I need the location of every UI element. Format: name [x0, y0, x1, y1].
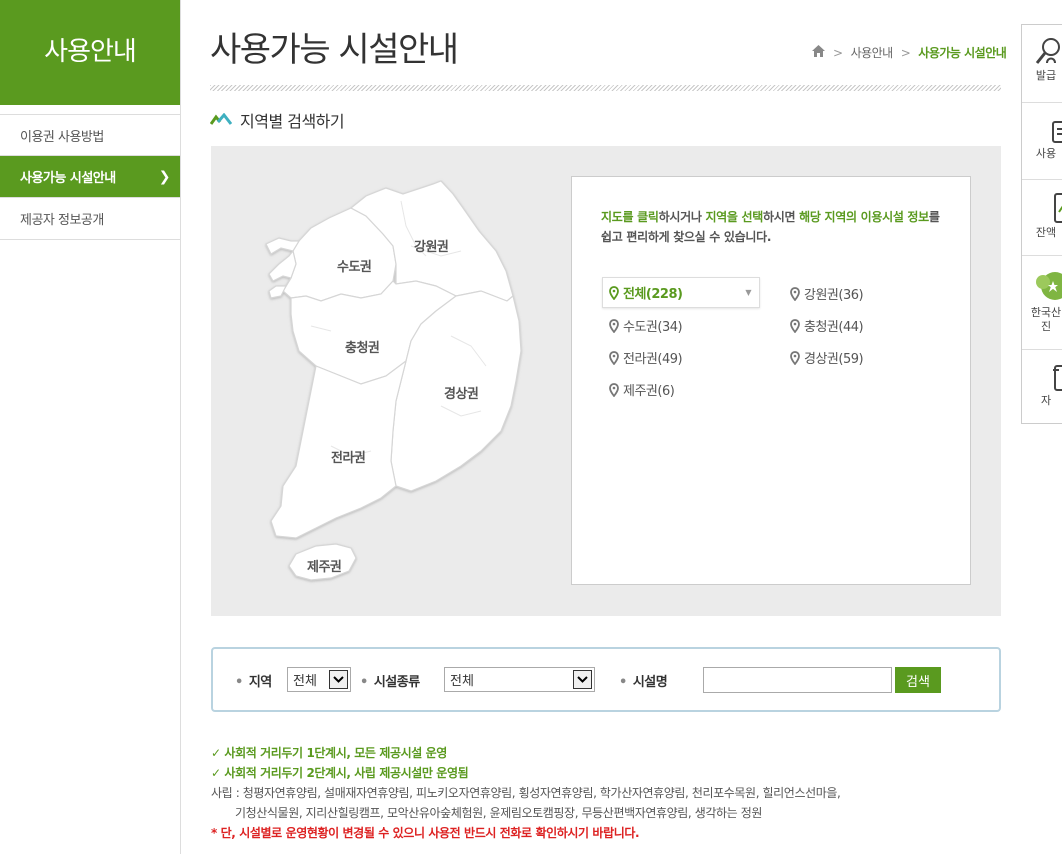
info-text-part: 해당 지역의 이용시설 정보: [799, 210, 929, 224]
quick-item-label: 발급: [1035, 69, 1057, 82]
filter-label-text: 시설명: [632, 675, 668, 690]
sidebar-item-label: 사용가능 시설안내: [20, 171, 116, 186]
info-text-part: 하시면: [763, 210, 800, 224]
quick-item-label: 사용: [1035, 147, 1057, 160]
map-pin-icon: [790, 350, 800, 365]
region-button-jeju[interactable]: 제주권(6): [609, 380, 675, 399]
sidebar-item-facilities[interactable]: 사용가능 시설안내 ❯: [0, 156, 180, 198]
map-label-gangwon[interactable]: 강원권: [414, 236, 449, 255]
map-panel: 수도권 강원권 충청권 경상권 전라권 제주권 지도를 클릭하시거나 지역을 선…: [211, 146, 1001, 616]
page-title: 사용가능 시설안내: [210, 30, 459, 70]
notice-private-list: 사립 : 청평자연휴양림, 설매재자연휴양림, 피노키오자연휴양림, 횡성자연휴…: [211, 786, 841, 800]
map-label-chungcheong[interactable]: 충청권: [345, 337, 380, 356]
region-button-gangwon[interactable]: 강원권(36): [790, 284, 864, 303]
map-label-jeju[interactable]: 제주권: [307, 556, 342, 575]
phone-icon: [1054, 193, 1062, 223]
name-filter-label: • 시설명: [619, 675, 668, 690]
sidebar-item-usage-guide[interactable]: 이용권 사용방법: [0, 114, 180, 156]
select-value: 전체: [450, 674, 474, 689]
breadcrumb: > 사용안내 > 사용가능 시설안내: [812, 44, 1007, 61]
notice-warning: * 단, 시설별로 운영현황이 변경될 수 있으니 사용전 반드시 전화로 확인…: [211, 826, 640, 840]
region-button-all[interactable]: 전체(228) ▼: [602, 277, 760, 308]
quick-item-label: 진: [1040, 320, 1052, 333]
breadcrumb-separator: >: [900, 45, 911, 60]
chevron-down-icon: [573, 670, 592, 689]
region-button-label: 전라권(49): [623, 352, 683, 367]
korea-map: [265, 180, 522, 581]
map-label-jeolla[interactable]: 전라권: [331, 447, 366, 466]
notice-stage2: ✓ 사회적 거리두기 2단계시, 사립 제공시설만 운영됨: [211, 766, 469, 780]
map-pin-icon: [790, 318, 800, 333]
quick-item-label: 자: [1040, 394, 1052, 407]
notice-stage1: ✓ 사회적 거리두기 1단계시, 모든 제공시설 운영: [211, 746, 447, 760]
quick-item-label: 잔액: [1035, 226, 1057, 239]
sidebar: 사용안내 이용권 사용방법 사용가능 시설안내 ❯ 제공자 정보공개: [0, 0, 181, 854]
title-divider: [210, 85, 1001, 91]
region-button-label: 전체(228): [623, 287, 683, 302]
region-button-label: 제주권(6): [623, 384, 675, 399]
map-pin-icon: [609, 382, 619, 397]
section-title: 지역별 검색하기: [210, 109, 345, 131]
region-button-label: 경상권(59): [804, 352, 864, 367]
notice-private-list-cont: 기청산식물원, 지리산힐링캠프, 모악산유아숲체험원, 윤제림오토캠핑장, 무등…: [235, 806, 763, 820]
quick-item-use[interactable]: 사용: [1022, 103, 1062, 180]
region-info-box: 지도를 클릭하시거나 지역을 선택하시면 해당 지역의 이용시설 정보를 쉽고 …: [571, 176, 971, 585]
sidebar-item-label: 제공자 정보공개: [20, 213, 104, 228]
type-filter-label: • 시설종류: [360, 675, 420, 690]
quick-item-issue[interactable]: 발급: [1022, 25, 1062, 103]
sidebar-item-provider-info[interactable]: 제공자 정보공개: [0, 198, 180, 240]
quick-item-label: 한국산: [1030, 306, 1062, 319]
document-icon: [1053, 365, 1062, 391]
chevron-right-icon: ❯: [158, 168, 171, 185]
map-label-sudo[interactable]: 수도권: [337, 256, 372, 275]
caret-down-icon: ▼: [745, 288, 751, 297]
region-button-label: 강원권(36): [804, 288, 864, 303]
chevron-down-icon: [329, 670, 348, 689]
info-text-part: 하시거나: [658, 210, 706, 224]
region-isle[interactable]: [268, 285, 287, 299]
filter-label-text: 시설종류: [373, 675, 420, 690]
breadcrumb-item[interactable]: 사용안내: [851, 44, 894, 61]
sidebar-item-label: 이용권 사용방법: [20, 129, 104, 145]
info-description: 지도를 클릭하시거나 지역을 선택하시면 해당 지역의 이용시설 정보를 쉽고 …: [601, 207, 946, 247]
region-button-gyeongsang[interactable]: 경상권(59): [790, 348, 864, 367]
region-button-label: 수도권(34): [623, 320, 683, 335]
search-button[interactable]: 검색: [895, 667, 941, 693]
notices: ✓ 사회적 거리두기 1단계시, 모든 제공시설 운영 ✓ 사회적 거리두기 2…: [211, 743, 841, 843]
breadcrumb-current: 사용가능 시설안내: [918, 46, 1007, 60]
quick-item-data[interactable]: 자: [1022, 350, 1062, 425]
filter-label-text: 지역: [248, 675, 272, 690]
region-button-sudo[interactable]: 수도권(34): [609, 316, 683, 335]
card-icon: [1052, 121, 1062, 143]
map-label-gyeongsang[interactable]: 경상권: [444, 383, 479, 402]
mountain-icon: [210, 113, 232, 125]
map-pin-icon: [609, 350, 619, 365]
info-text-part: 지역을 선택: [705, 210, 764, 224]
search-panel: • 지역 전체 • 시설종류 전체 • 시설명 검색: [211, 647, 1001, 712]
forest-logo-icon: [1036, 272, 1062, 300]
section-title-text: 지역별 검색하기: [240, 112, 345, 131]
map-pin-icon: [609, 318, 619, 333]
info-text-part: 지도를 클릭: [601, 210, 659, 224]
facility-type-select[interactable]: 전체: [444, 667, 595, 692]
map-pin-icon: [609, 285, 619, 300]
quick-item-balance[interactable]: 잔액: [1022, 180, 1062, 256]
map-pin-icon: [790, 286, 800, 301]
region-filter-label: • 지역: [235, 675, 272, 690]
region-select[interactable]: 전체: [287, 667, 351, 692]
breadcrumb-separator: >: [833, 45, 843, 60]
region-button-label: 충청권(44): [804, 320, 864, 335]
quick-menu: 발급 사용 잔액 한국산 진 자: [1021, 24, 1062, 424]
home-icon[interactable]: [812, 45, 825, 60]
facility-name-input[interactable]: [703, 667, 892, 693]
region-button-chungcheong[interactable]: 충청권(44): [790, 316, 864, 335]
sidebar-title: 사용안내: [0, 0, 180, 105]
region-button-jeolla[interactable]: 전라권(49): [609, 348, 683, 367]
select-value: 전체: [293, 674, 317, 689]
quick-item-forest-agency[interactable]: 한국산 진: [1022, 256, 1062, 350]
search-person-icon: [1035, 38, 1060, 64]
